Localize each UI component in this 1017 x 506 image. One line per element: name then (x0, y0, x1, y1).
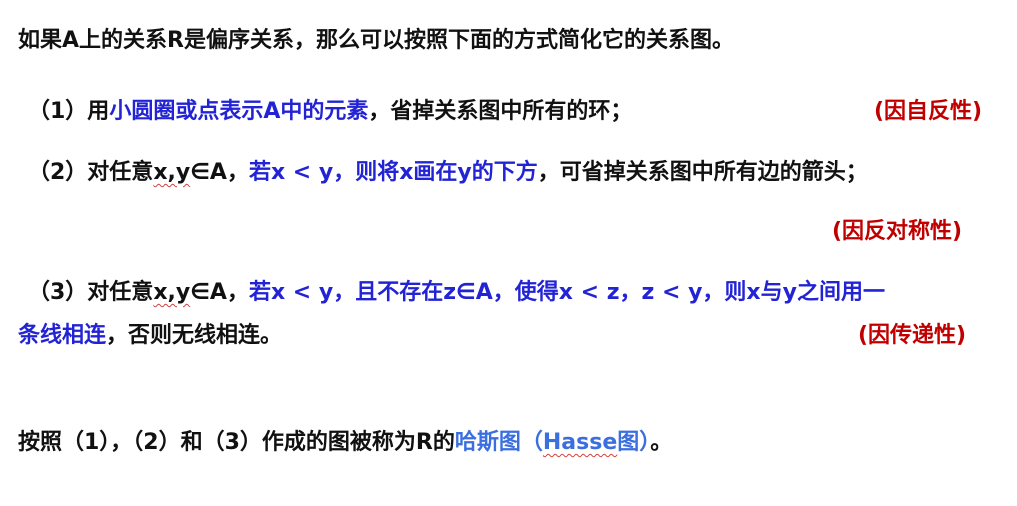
rule-1-prefix: （1）用 (28, 99, 110, 124)
rule-3-suffix: ，否则无线相连。 (106, 323, 283, 348)
rule-3-highlight-line1: 若x < y，且不存在z∈A，使得x < z，z < y，则x与y之间用一 (248, 280, 885, 305)
rule-2-highlight: 若x < y，则将x画在y的下方 (248, 160, 538, 185)
summary: 按照（1），（2）和（3）作成的图被称为R的哈斯图（Hasse图）。 (18, 428, 672, 458)
rule-3: （3）对任意x,y∈A，若x < y，且不存在z∈A，使得x < z，z < y… (28, 278, 885, 308)
summary-term: 哈斯图（ (454, 430, 543, 455)
rule-1-highlight: 小圆圈或点表示A中的元素 (109, 99, 369, 124)
rule-2-suffix: ，可省掉关系图中所有边的箭头； (537, 160, 868, 185)
rule-3-prefix: （3）对任意 (28, 280, 154, 305)
rule-2-vars: x,y (153, 160, 191, 185)
rule-3-in-a: ∈A， (190, 280, 249, 305)
summary-prefix: 按照（1），（2）和（3）作成的图被称为R的 (18, 430, 455, 455)
summary-term-end: 图） (617, 430, 651, 455)
rule-2-prefix: （2）对任意 (28, 160, 154, 185)
summary-end: 。 (650, 430, 673, 455)
rule-2: （2）对任意x,y∈A，若x < y，则将x画在y的下方，可省掉关系图中所有边的… (28, 158, 868, 188)
rule-3-vars: x,y (153, 280, 191, 305)
rule-1-suffix: ，省掉关系图中所有的环； (368, 99, 633, 124)
rule-1-property: (因自反性) (874, 99, 983, 124)
rule-2-property: (因反对称性) (832, 219, 963, 244)
intro-text: 如果A上的关系R是偏序关系，那么可以按照下面的方式简化它的关系图。 (18, 28, 734, 53)
rule-2-in-a: ∈A， (190, 160, 249, 185)
rule-1: （1）用小圆圈或点表示A中的元素，省掉关系图中所有的环； (28, 97, 632, 127)
rule-3-property: (因传递性) (858, 323, 967, 348)
rule-3-continued: 条线相连，否则无线相连。 (18, 321, 282, 351)
summary-term-hasse: Hasse (542, 430, 618, 455)
rule-3-highlight-line2: 条线相连 (18, 323, 107, 348)
